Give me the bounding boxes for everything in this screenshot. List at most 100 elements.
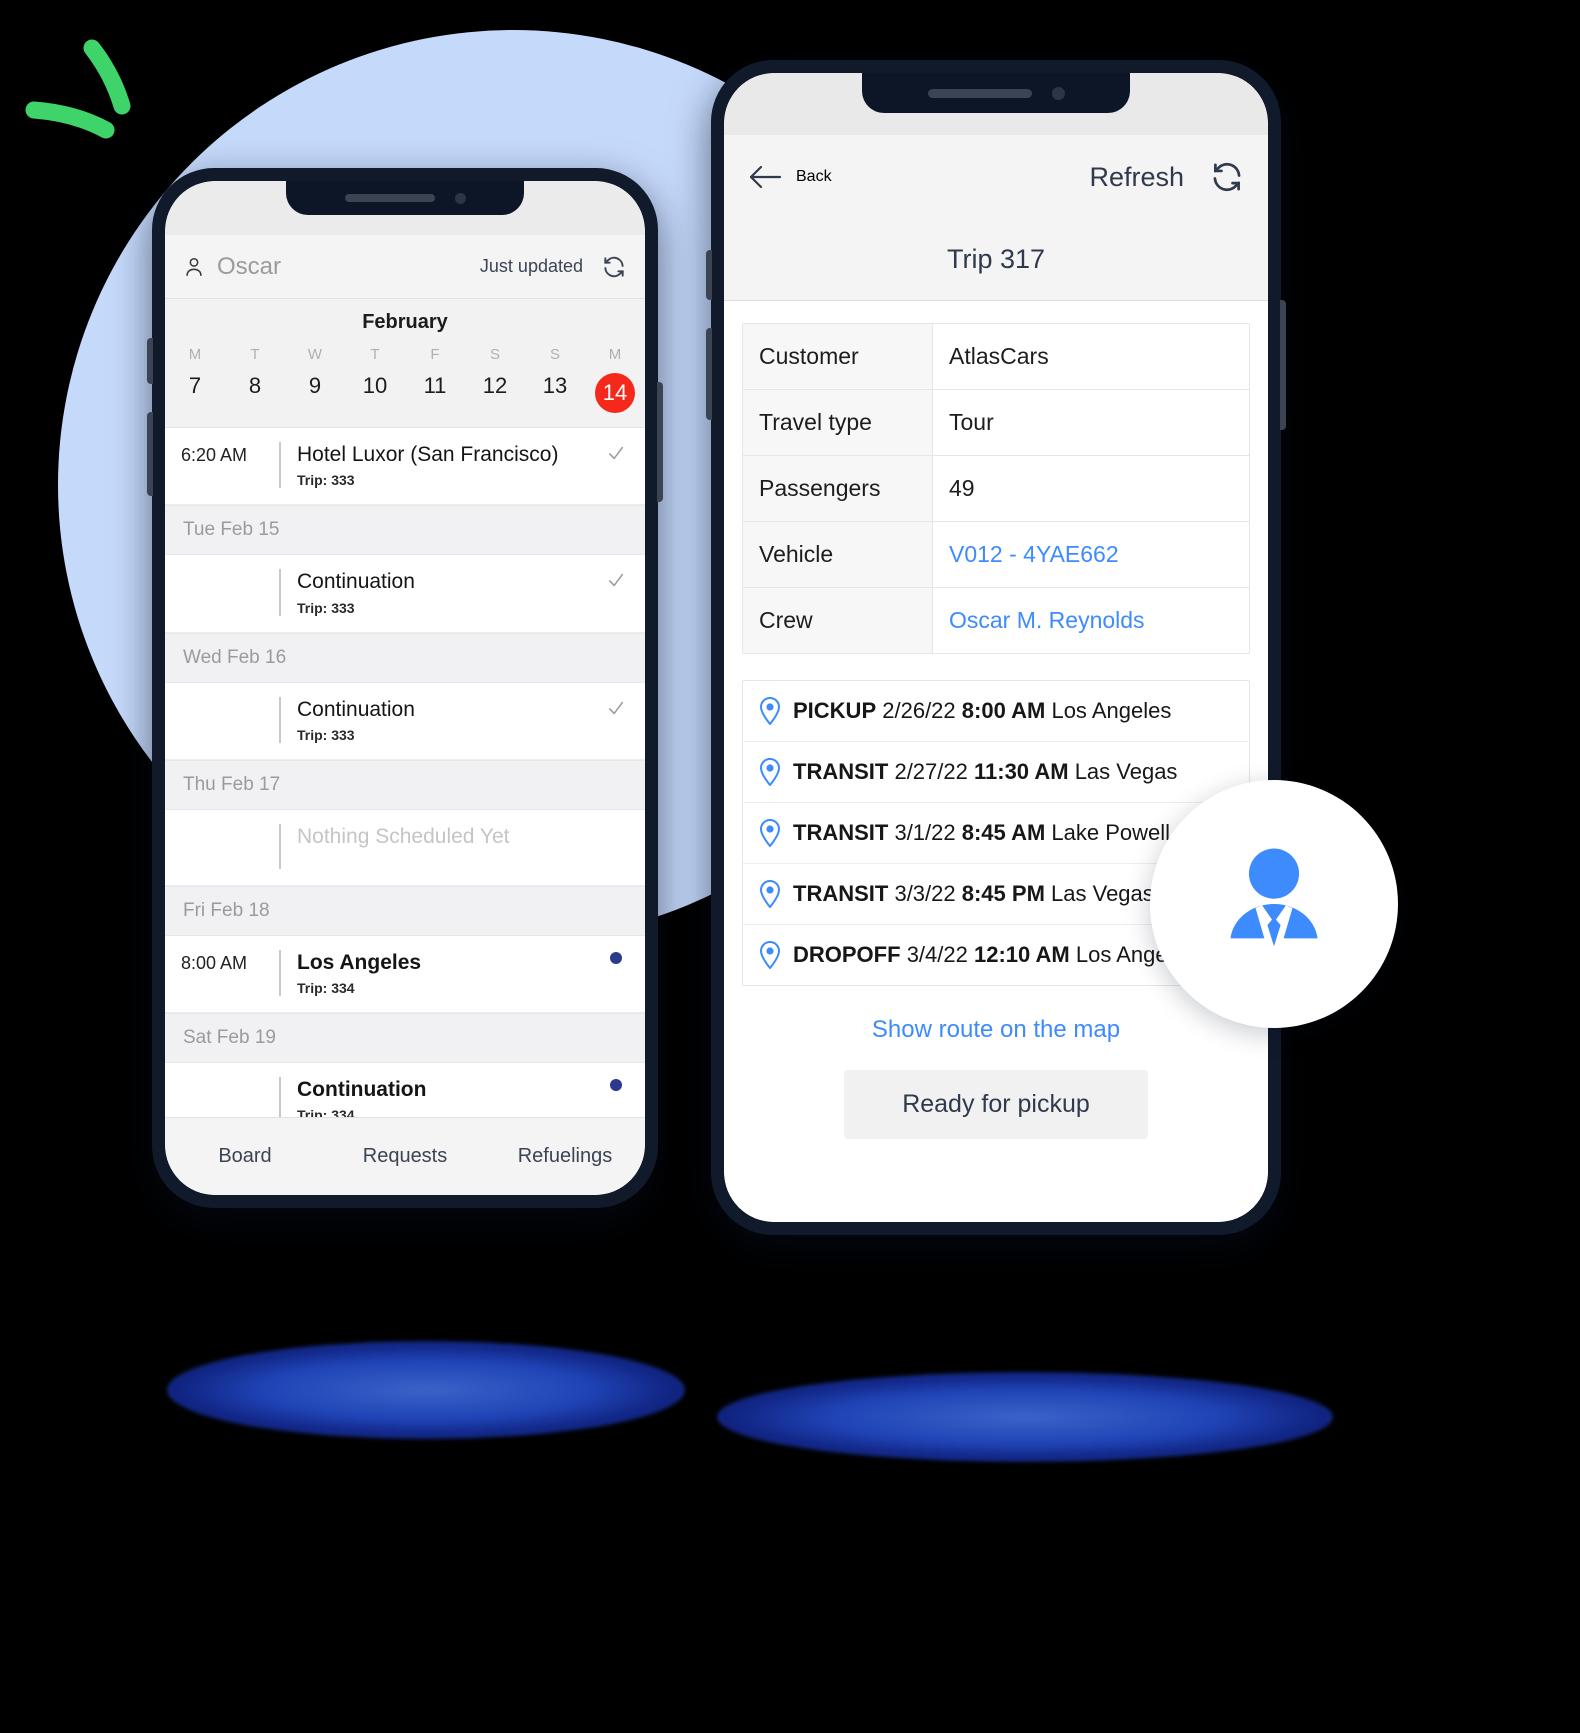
schedule-time: 6:20 AM xyxy=(181,445,248,465)
calendar-day-9[interactable]: 9 xyxy=(285,373,345,413)
status-dot xyxy=(610,951,622,964)
calendar-today-badge: 14 xyxy=(595,373,635,413)
schedule-title: Continuation xyxy=(297,1078,427,1101)
detail-key: Crew xyxy=(743,588,933,653)
ready-for-pickup-button[interactable]: Ready for pickup xyxy=(844,1070,1148,1139)
tab-requests[interactable]: Requests xyxy=(325,1145,485,1168)
calendar-day-label: 9 xyxy=(308,373,322,398)
phone-right-notch xyxy=(862,73,1130,113)
schedule-body: Continuation Trip: 334 xyxy=(297,1077,603,1117)
schedule-body: Continuation Trip: 333 xyxy=(297,569,603,615)
status-dot xyxy=(610,1079,622,1091)
detail-value[interactable]: V012 - 4YAE662 xyxy=(933,522,1249,587)
calendar-strip: February M T W T F S S M 7 8 9 10 11 12 13 14 xyxy=(165,299,645,428)
back-button[interactable]: Back xyxy=(748,163,832,191)
calendar-dow-4: F xyxy=(430,346,440,363)
itinerary-kind: PICKUP xyxy=(793,698,877,723)
calendar-dow-3: T xyxy=(370,346,380,363)
calendar-day-label: 7 xyxy=(188,373,202,398)
schedule-body: Hotel Luxor (San Francisco) Trip: 333 xyxy=(297,442,603,488)
itinerary-kind: TRANSIT xyxy=(793,881,889,906)
itinerary-time: 12:10 AM xyxy=(973,942,1070,967)
cta-container: Ready for pickup xyxy=(742,1070,1250,1139)
schedule-row[interactable]: 8:00 AM Los Angeles Trip: 334 xyxy=(165,935,645,1013)
schedule-divider xyxy=(279,823,281,869)
map-pin-icon xyxy=(759,941,781,969)
calendar-day-14[interactable]: 14 xyxy=(585,373,645,413)
itinerary-date: 3/4/22 xyxy=(906,942,968,967)
front-camera xyxy=(454,192,466,204)
right-nav-bar: Back Refresh xyxy=(724,135,1268,219)
schedule-title: Continuation xyxy=(297,697,415,721)
schedule-row[interactable]: 6:20 AM Hotel Luxor (San Francisco) Trip: … xyxy=(165,428,645,506)
phone-right-button-mute[interactable] xyxy=(706,250,712,300)
map-pin-icon xyxy=(759,880,781,908)
calendar-day-8[interactable]: 8 xyxy=(225,373,285,413)
calendar-dow-5: S xyxy=(489,346,500,363)
detail-value: AtlasCars xyxy=(949,343,1049,369)
detail-key: Vehicle xyxy=(743,522,933,587)
calendar-day-12[interactable]: 12 xyxy=(465,373,525,413)
itinerary-place: Lake Powell xyxy=(1051,820,1171,845)
itinerary-row[interactable]: TRANSIT 2/27/22 11:30 AM Las Vegas xyxy=(743,742,1249,803)
calendar-dow-2: W xyxy=(307,346,323,363)
calendar-day-11[interactable]: 11 xyxy=(405,373,465,413)
detail-key: Passengers xyxy=(743,456,933,521)
avatar[interactable] xyxy=(1150,780,1398,1028)
refresh-icon xyxy=(1213,162,1241,192)
trip-info-table: Customer AtlasCars Travel type Tour Passenge… xyxy=(742,323,1250,654)
itinerary-text: TRANSIT 3/3/22 8:45 PM Las Vegas xyxy=(793,881,1154,907)
schedule-row[interactable]: Nothing Scheduled Yet xyxy=(165,809,645,886)
arrow-left-icon xyxy=(749,165,782,189)
calendar-day-label: 12 xyxy=(482,373,508,398)
phone-right-button-power[interactable] xyxy=(1280,300,1286,430)
itinerary-kind: TRANSIT xyxy=(793,820,889,845)
speaker-grill xyxy=(927,88,1032,98)
schedule-trip-id: Trip: 333 xyxy=(297,726,355,743)
itinerary-date: 3/3/22 xyxy=(894,881,956,906)
itinerary-place: Los Angeles xyxy=(1051,698,1172,723)
check-icon xyxy=(608,574,624,587)
schedule-body: Continuation Trip: 333 xyxy=(297,697,603,743)
calendar-day-row: 7 8 9 10 11 12 13 14 xyxy=(165,373,645,413)
schedule-title: Nothing Scheduled Yet xyxy=(297,824,510,848)
detail-value[interactable]: Oscar M. Reynolds xyxy=(933,588,1249,653)
detail-row-crew: Crew Oscar M. Reynolds xyxy=(743,588,1249,653)
schedule-trip-id: Trip: 333 xyxy=(297,599,355,616)
back-label: Back xyxy=(796,168,832,185)
refresh-button[interactable]: Refresh xyxy=(1089,160,1244,194)
map-pin-icon xyxy=(759,758,781,786)
user-name-field[interactable]: Oscar xyxy=(217,253,480,281)
calendar-day-label: 8 xyxy=(248,373,262,398)
phone-right-button-volume-up[interactable] xyxy=(706,328,712,420)
calendar-day-13[interactable]: 13 xyxy=(525,373,585,413)
schedule-marker xyxy=(603,950,629,964)
calendar-dow-row: MTWTFSSM xyxy=(165,346,645,373)
itinerary-text: PICKUP 2/26/22 8:00 AM Los Angeles xyxy=(793,698,1171,724)
schedule-row[interactable]: Continuation Trip: 334 xyxy=(165,1063,645,1117)
phone-left-button-power[interactable] xyxy=(657,382,663,502)
phone-left: Oscar Just updated February M T W T F S S M 7 8 9… xyxy=(147,168,663,1208)
calendar-day-label: 11 xyxy=(423,373,447,398)
show-route-link[interactable]: Show route on the map xyxy=(742,986,1250,1070)
calendar-day-7[interactable]: 7 xyxy=(165,373,225,413)
detail-row-travel-type: Travel type Tour xyxy=(743,390,1249,456)
schedule-row[interactable]: Continuation Trip: 333 xyxy=(165,682,645,760)
schedule-divider xyxy=(279,442,281,489)
sync-status-label: Just updated xyxy=(479,256,583,276)
tab-refuelings[interactable]: Refuelings xyxy=(485,1145,645,1168)
calendar-day-10[interactable]: 10 xyxy=(345,373,405,413)
itinerary-date: 2/26/22 xyxy=(882,698,956,723)
schedule-divider xyxy=(279,569,281,616)
schedule-row[interactable]: Continuation Trip: 333 xyxy=(165,555,645,633)
speaker-grill xyxy=(344,194,435,202)
schedule-list: 6:20 AM Hotel Luxor (San Francisco) Trip: … xyxy=(165,428,645,1117)
tab-board[interactable]: Board xyxy=(165,1145,325,1168)
map-pin-icon xyxy=(759,819,781,847)
schedule-marker xyxy=(603,1077,629,1091)
itinerary-row[interactable]: PICKUP 2/26/22 8:00 AM Los Angeles xyxy=(743,681,1249,742)
schedule-marker xyxy=(603,824,629,826)
phone-left-button-volume-up[interactable] xyxy=(147,412,153,496)
refresh-icon[interactable] xyxy=(601,254,627,280)
phone-left-button-mute[interactable] xyxy=(147,338,153,384)
